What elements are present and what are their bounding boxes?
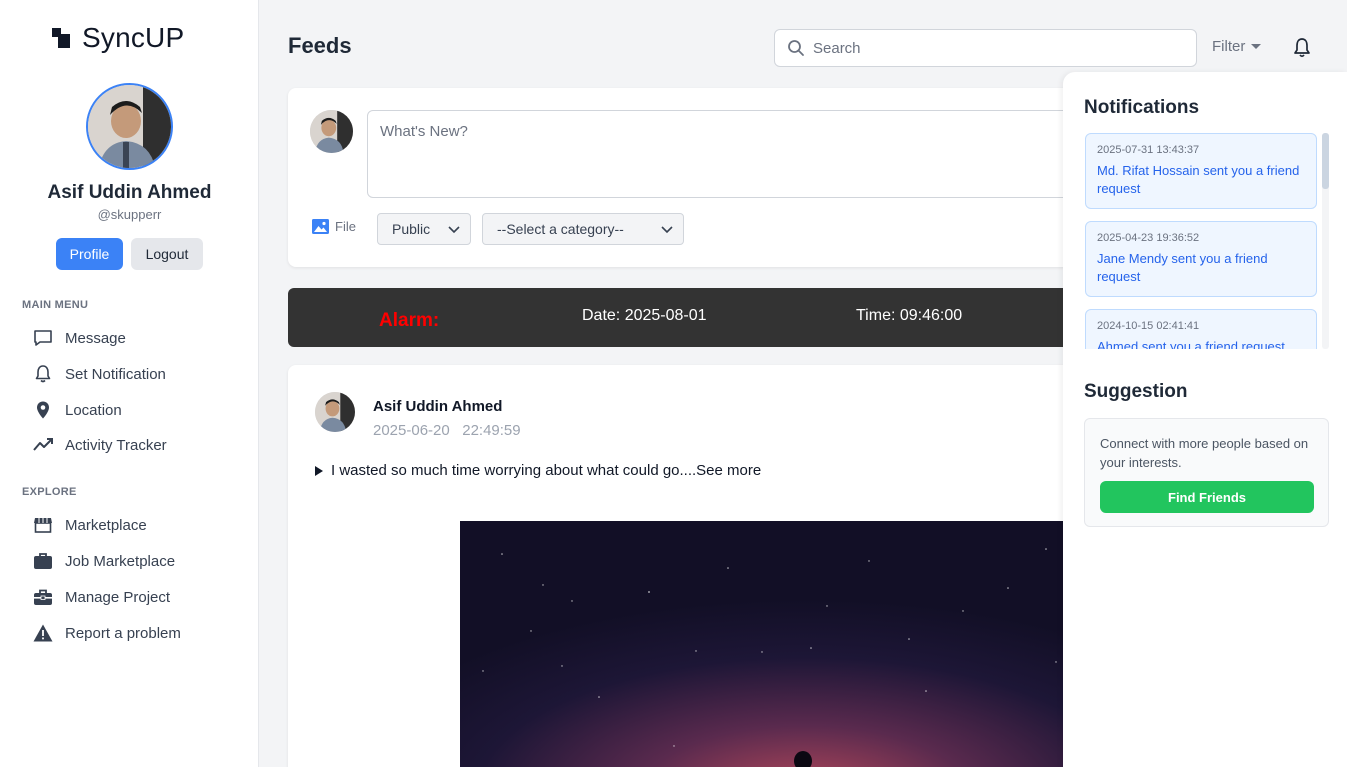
category-value: --Select a category--	[497, 221, 624, 237]
sidebar-item-label: Message	[65, 329, 126, 347]
post-author-avatar[interactable]	[315, 392, 355, 432]
sidebar-item-set-notification[interactable]: Set Notification	[33, 362, 166, 386]
sidebar-item-manage-project[interactable]: Manage Project	[33, 585, 170, 609]
search-icon	[788, 40, 804, 56]
post-text-toggle[interactable]: I wasted so much time worrying about wha…	[315, 462, 761, 479]
sidebar-item-label: Report a problem	[65, 624, 181, 642]
notification-text: Ahmed sent you a friend request	[1097, 339, 1285, 349]
profile-button[interactable]: Profile	[56, 238, 123, 270]
suggestion-text: Connect with more people based on your i…	[1100, 436, 1309, 470]
filter-label: Filter	[1212, 38, 1246, 55]
feed-post: Asif Uddin Ahmed 2025-06-20 22:49:59 I w…	[288, 365, 1088, 767]
find-friends-button[interactable]: Find Friends	[1100, 481, 1314, 513]
message-icon	[34, 330, 52, 346]
post-timestamp: 2025-06-20 22:49:59	[373, 422, 521, 439]
suggestion-card: Connect with more people based on your i…	[1084, 418, 1329, 527]
notifications-scrollbar[interactable]	[1322, 133, 1329, 349]
file-upload-button[interactable]: File	[312, 219, 356, 234]
brand-name: SyncUP	[82, 22, 185, 53]
briefcase-icon	[34, 553, 52, 569]
sidebar-item-label: Location	[65, 401, 122, 419]
toolbox-icon	[34, 589, 52, 605]
logout-button[interactable]: Logout	[131, 238, 203, 270]
page-title: Feeds	[288, 33, 352, 58]
sidebar-item-label: Job Marketplace	[65, 552, 176, 570]
sidebar-item-label: Activity Tracker	[65, 436, 167, 454]
sidebar-item-label: Set Notification	[65, 365, 166, 383]
syncup-logo-icon	[52, 28, 70, 48]
notifications-bell-icon[interactable]	[1292, 37, 1312, 64]
sidebar-item-job-marketplace[interactable]: Job Marketplace	[33, 549, 175, 573]
caret-down-icon	[1251, 44, 1262, 49]
user-handle: @skupperr	[97, 207, 162, 222]
user-avatar[interactable]	[86, 83, 173, 170]
sidebar: SyncUP Asif Uddin Ahmed @skupperr Profil…	[0, 0, 259, 767]
alarm-time: Time: 09:46:00	[856, 307, 963, 324]
activity-chart-icon	[33, 438, 53, 451]
sidebar-item-activity-tracker[interactable]: Activity Tracker	[33, 433, 167, 457]
bell-icon	[35, 365, 51, 383]
sidebar-item-message[interactable]: Message	[33, 326, 126, 350]
sidebar-item-report-problem[interactable]: Report a problem	[33, 621, 181, 645]
post-image[interactable]	[460, 521, 1088, 767]
visibility-value: Public	[392, 221, 431, 237]
sidebar-item-label: Marketplace	[65, 516, 147, 534]
post-composer: What's New? File Public --Select a categ…	[288, 88, 1088, 267]
sidebar-item-label: Manage Project	[65, 588, 171, 606]
explore-label: EXPLORE	[22, 486, 77, 498]
sidebar-item-marketplace[interactable]: Marketplace	[33, 513, 147, 537]
brand[interactable]: SyncUP	[52, 22, 184, 54]
notification-item[interactable]: 2024-10-15 02:41:41 Ahmed sent you a fri…	[1085, 309, 1317, 349]
whats-new-input[interactable]: What's New?	[367, 110, 1087, 198]
disclosure-triangle-icon	[315, 465, 323, 476]
composer-avatar	[310, 110, 353, 153]
chevron-down-icon	[661, 226, 673, 234]
sidebar-item-location[interactable]: Location	[33, 398, 122, 422]
notifications-title: Notifications	[1084, 97, 1200, 118]
filter-dropdown[interactable]: Filter	[1212, 38, 1262, 55]
notification-text: Md. Rifat Hossain sent you a friend requ…	[1097, 163, 1300, 196]
notification-date: 2025-04-23 19:36:52	[1097, 232, 1200, 244]
notifications-list[interactable]: 2025-07-31 13:43:37 Md. Rifat Hossain se…	[1084, 133, 1331, 349]
location-pin-icon	[37, 401, 49, 419]
notification-text: Jane Mendy sent you a friend request	[1097, 251, 1268, 284]
main-menu-label: MAIN MENU	[22, 299, 89, 311]
notification-item[interactable]: 2025-04-23 19:36:52 Jane Mendy sent you …	[1085, 221, 1317, 297]
post-text: I wasted so much time worrying about wha…	[331, 462, 762, 479]
notification-item[interactable]: 2025-07-31 13:43:37 Md. Rifat Hossain se…	[1085, 133, 1317, 209]
suggestion-title: Suggestion	[1084, 381, 1188, 402]
alarm-bar: Alarm: Date: 2025-08-01 Time: 09:46:00	[288, 288, 1088, 347]
user-name: Asif Uddin Ahmed	[47, 182, 212, 203]
file-label: File	[335, 219, 356, 234]
post-author-name[interactable]: Asif Uddin Ahmed	[373, 398, 502, 415]
chevron-down-icon	[448, 226, 460, 234]
visibility-select[interactable]: Public	[377, 213, 471, 245]
notification-date: 2025-07-31 13:43:37	[1097, 144, 1200, 156]
notification-date: 2024-10-15 02:41:41	[1097, 320, 1200, 332]
search-box[interactable]	[774, 29, 1197, 67]
store-icon	[34, 518, 52, 533]
scrollbar-thumb[interactable]	[1322, 133, 1329, 189]
alarm-date: Date: 2025-08-01	[582, 307, 707, 324]
search-input[interactable]	[813, 39, 1173, 57]
notifications-panel: Notifications 2025-07-31 13:43:37 Md. Ri…	[1063, 72, 1347, 767]
image-icon	[312, 219, 329, 234]
warning-icon	[33, 624, 53, 642]
alarm-label: Alarm:	[379, 310, 440, 331]
category-select[interactable]: --Select a category--	[482, 213, 684, 245]
